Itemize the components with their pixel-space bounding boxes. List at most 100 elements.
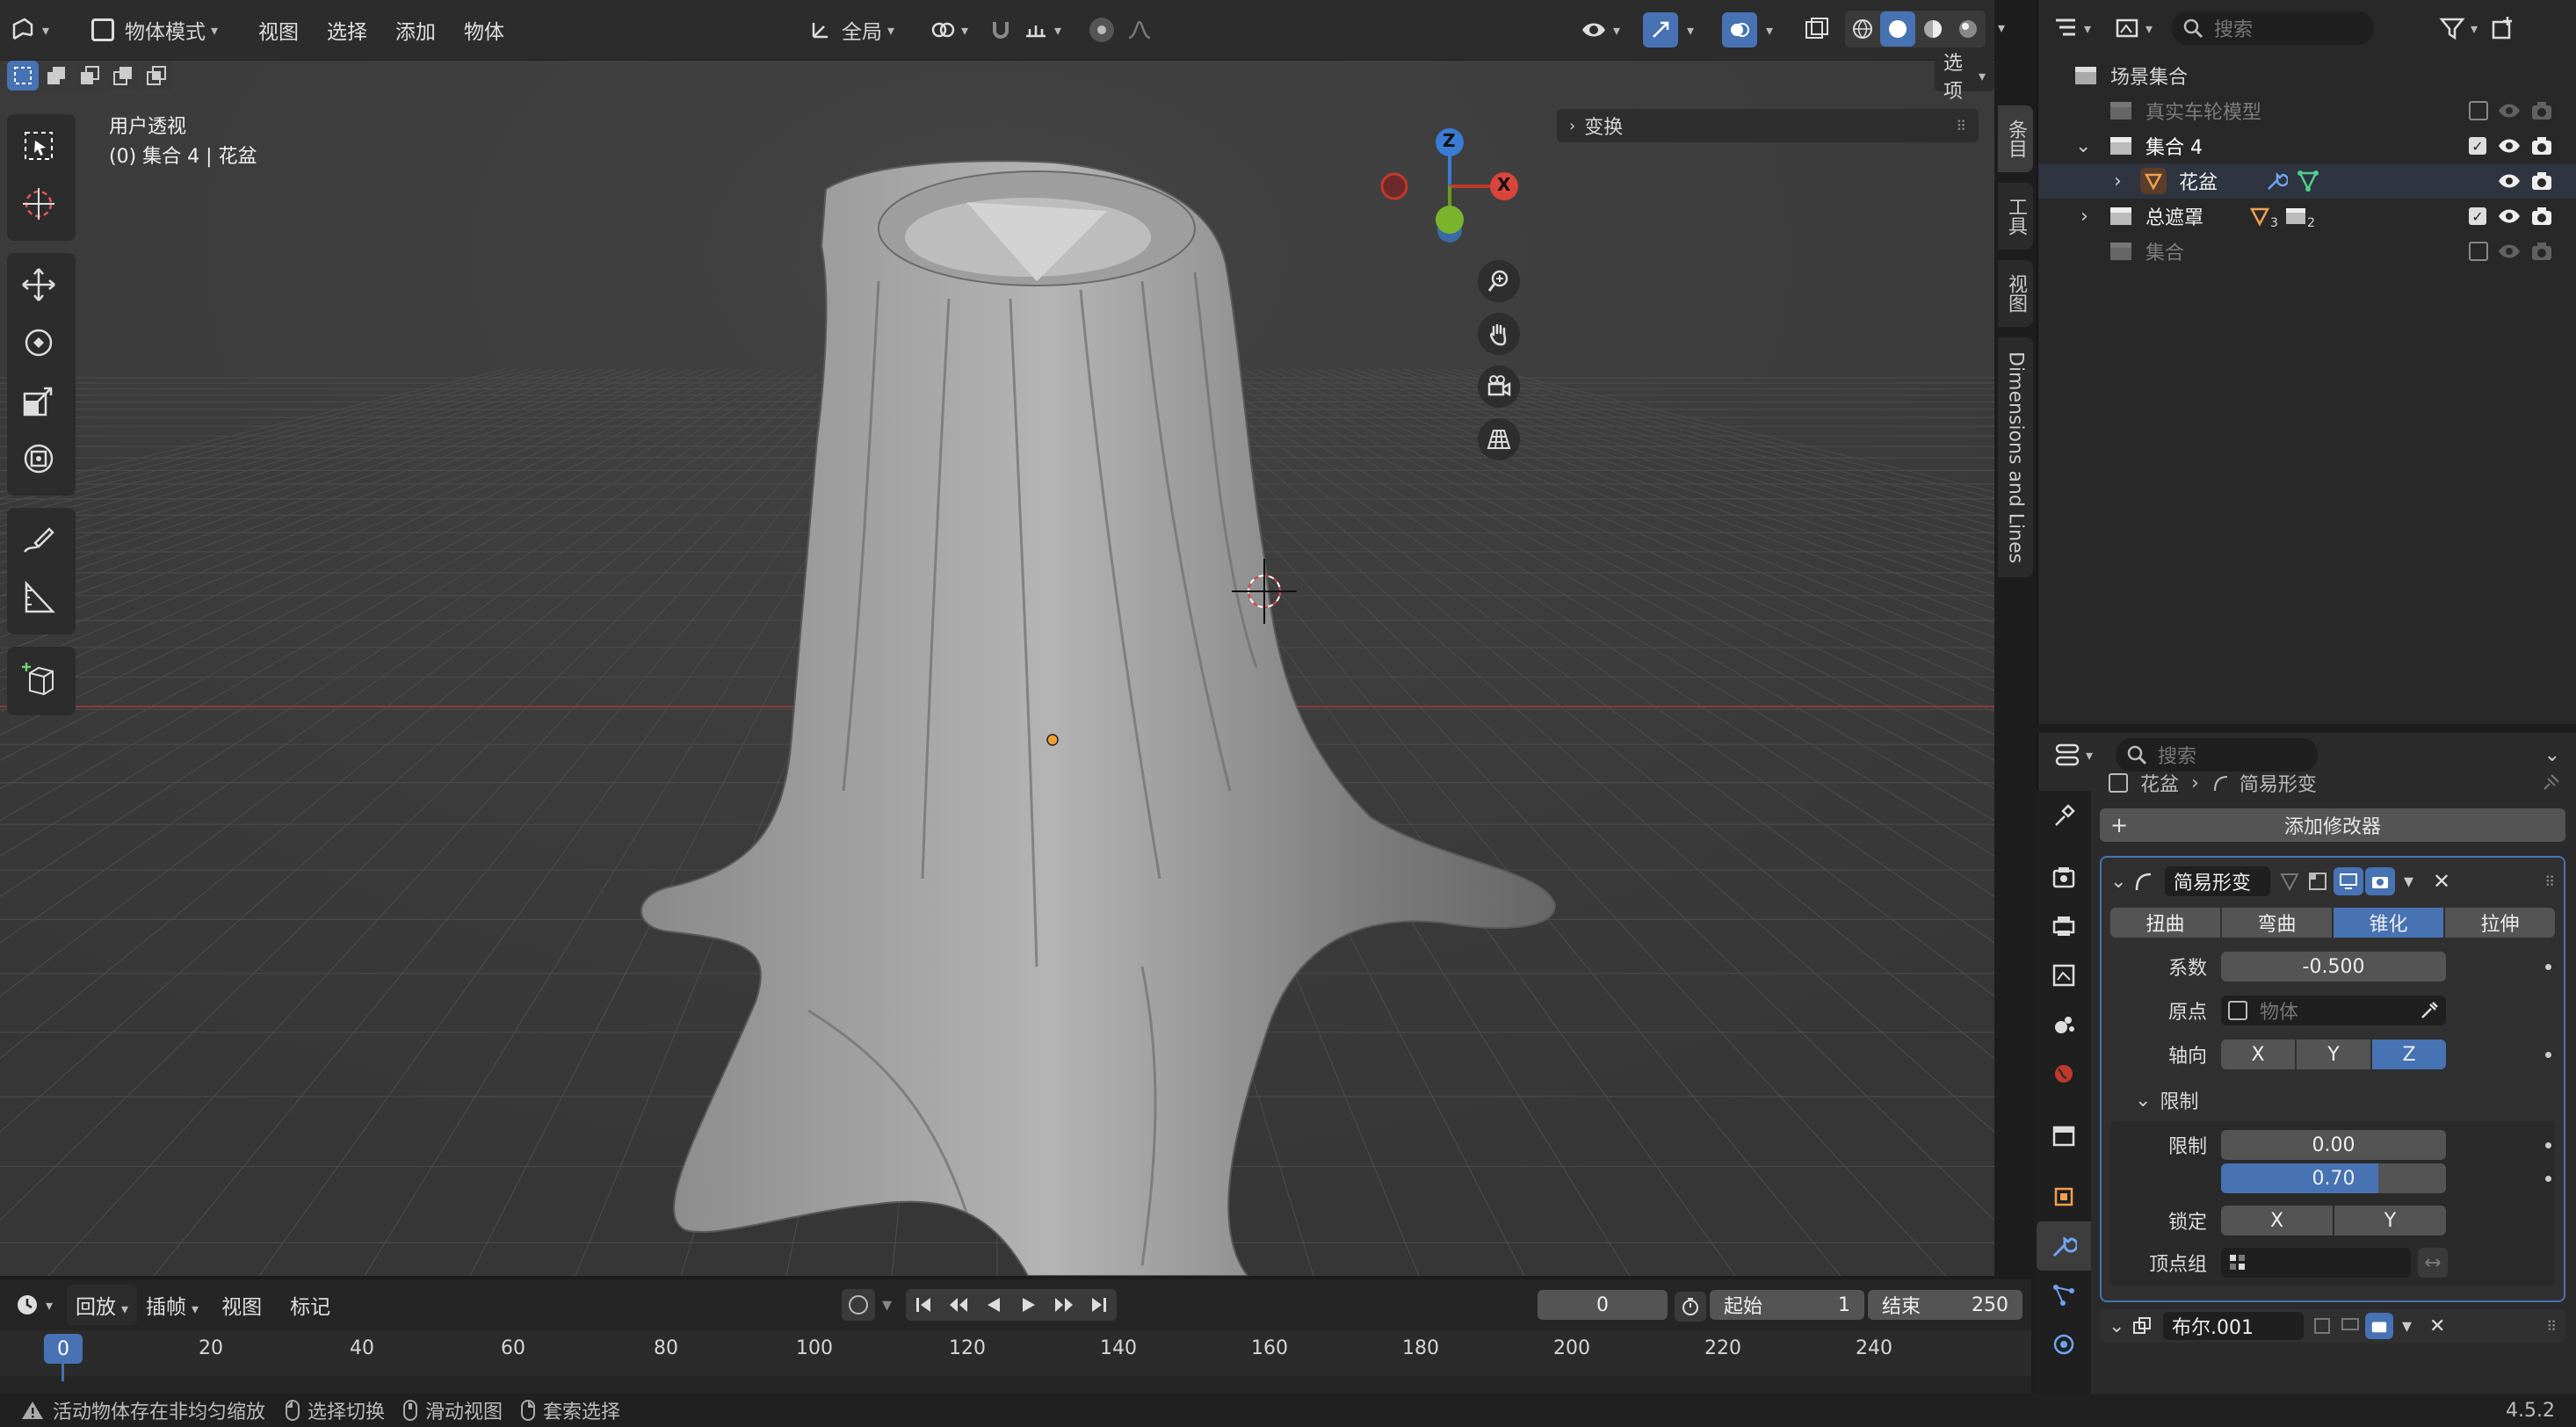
exclude-checkbox-checked[interactable]: ✓ bbox=[2469, 137, 2486, 155]
annotate-tool[interactable] bbox=[7, 513, 70, 566]
camera-render-icon[interactable] bbox=[2530, 100, 2553, 121]
wireframe-shading-icon[interactable] bbox=[1845, 11, 1880, 47]
camera-view-icon[interactable] bbox=[1478, 366, 1520, 408]
menu-add[interactable]: 添加 bbox=[381, 15, 450, 45]
limits-section-header[interactable]: ⌄ 限制 bbox=[2110, 1084, 2555, 1116]
chevron-down-icon[interactable]: ⌄ bbox=[2544, 744, 2560, 766]
render-icon[interactable] bbox=[2365, 867, 2395, 895]
eye-icon[interactable] bbox=[2497, 243, 2522, 260]
modifier-props-icon[interactable] bbox=[2037, 1221, 2091, 1271]
pin-icon[interactable] bbox=[2541, 773, 2560, 793]
timeline-view-menu[interactable]: 视图 bbox=[207, 1290, 276, 1320]
origin-object-field[interactable]: 物体 bbox=[2221, 996, 2446, 1025]
jump-start-icon[interactable] bbox=[906, 1295, 941, 1315]
physics-icon[interactable] bbox=[2037, 1320, 2091, 1369]
current-frame-field[interactable]: 0 bbox=[1538, 1290, 1668, 1320]
scale-tool[interactable] bbox=[7, 374, 70, 427]
keyframe-dot-icon[interactable] bbox=[2545, 1175, 2551, 1182]
rotate-tool[interactable] bbox=[7, 316, 70, 369]
pivot-dropdown[interactable]: ▾ bbox=[930, 10, 968, 50]
next-keyframe-icon[interactable] bbox=[1046, 1295, 1082, 1315]
collection-props-icon[interactable] bbox=[2037, 1111, 2091, 1160]
chevron-down-icon[interactable]: ▾ bbox=[882, 1294, 892, 1316]
tab-stretch[interactable]: 拉伸 bbox=[2445, 908, 2555, 938]
menu-object[interactable]: 物体 bbox=[450, 15, 518, 45]
boolean-name-field[interactable]: 布尔.001 bbox=[2163, 1312, 2304, 1340]
menu-view[interactable]: 视图 bbox=[244, 15, 313, 45]
transform-panel-header[interactable]: › 变换 ⠿ bbox=[1557, 109, 1979, 142]
object-props-icon[interactable] bbox=[2037, 1172, 2091, 1221]
proportional-edit-toggle[interactable] bbox=[1089, 10, 1153, 50]
realtime-icon[interactable] bbox=[2341, 1316, 2360, 1336]
tab-twist[interactable]: 扭曲 bbox=[2110, 908, 2220, 938]
new-collection-icon[interactable] bbox=[2490, 15, 2516, 41]
filter-icon[interactable]: ▾ bbox=[2439, 15, 2478, 41]
mode-dropdown[interactable]: 物体模式 ▾ bbox=[81, 10, 229, 50]
outliner-item-collection[interactable]: 集合 bbox=[2038, 234, 2576, 269]
chevron-down-icon[interactable]: ⌄ bbox=[2110, 871, 2133, 893]
tab-bend[interactable]: 弯曲 bbox=[2222, 908, 2332, 938]
display-mode-icon[interactable]: ▾ bbox=[2107, 15, 2160, 41]
drag-handle-icon[interactable]: ⠿ bbox=[2546, 1318, 2557, 1335]
output-settings-icon[interactable] bbox=[2037, 902, 2091, 951]
lock-y-button[interactable]: Y bbox=[2334, 1206, 2446, 1235]
keyframe-dot-icon[interactable] bbox=[2545, 1141, 2551, 1148]
chevron-down-icon[interactable]: ⌄ bbox=[2075, 135, 2109, 157]
transform-orientation-dropdown[interactable]: 全局 ▾ bbox=[808, 10, 894, 50]
3d-viewport[interactable] bbox=[0, 0, 1994, 1276]
menu-select[interactable]: 选择 bbox=[313, 15, 381, 45]
xray-icon[interactable] bbox=[1803, 15, 1831, 43]
tab-view[interactable]: 视图 bbox=[1998, 260, 2033, 327]
navigation-gizmo[interactable]: Z X bbox=[1371, 123, 1529, 255]
edit-mode-icon[interactable] bbox=[2307, 871, 2328, 892]
rendered-shading-icon[interactable] bbox=[1950, 11, 1986, 47]
eye-icon[interactable] bbox=[2497, 137, 2522, 155]
outliner-search-input[interactable]: 搜索 bbox=[2172, 11, 2374, 45]
chevron-down-icon[interactable]: ▾ bbox=[2402, 1315, 2412, 1337]
shading-options-chevron-icon[interactable]: ▾ bbox=[1998, 19, 2005, 36]
world-icon[interactable] bbox=[2037, 1049, 2091, 1098]
eyedropper-icon[interactable] bbox=[2420, 1001, 2439, 1020]
play-reverse-icon[interactable] bbox=[976, 1295, 1011, 1315]
properties-editor-icon[interactable]: ▾ bbox=[2047, 742, 2100, 768]
camera-render-icon[interactable] bbox=[2530, 170, 2553, 192]
properties-search-input[interactable]: 搜索 bbox=[2116, 738, 2318, 771]
start-frame-field[interactable]: 起始 1 bbox=[1710, 1290, 1864, 1320]
exclude-checkbox[interactable] bbox=[2469, 242, 2488, 261]
on-cage-icon[interactable] bbox=[2279, 871, 2300, 892]
play-icon[interactable] bbox=[1011, 1295, 1046, 1315]
visibility-dropdown[interactable]: ▾ bbox=[1580, 10, 1620, 50]
vertex-group-field[interactable] bbox=[2221, 1248, 2411, 1278]
invert-arrows-icon[interactable] bbox=[2418, 1248, 2448, 1278]
axis-z-button[interactable]: Z bbox=[2372, 1039, 2446, 1069]
close-icon[interactable]: ✕ bbox=[2433, 869, 2450, 894]
camera-render-icon[interactable] bbox=[2530, 135, 2553, 156]
outliner-item-flowerpot[interactable]: › 花盆 bbox=[2038, 163, 2576, 199]
keyframe-dot-icon[interactable] bbox=[2545, 963, 2551, 970]
transform-tool[interactable] bbox=[7, 432, 70, 485]
chevron-down-icon[interactable]: ▾ bbox=[2404, 871, 2413, 893]
prev-keyframe-icon[interactable] bbox=[941, 1295, 976, 1315]
limit-low-field[interactable]: 0.00 bbox=[2221, 1130, 2446, 1160]
keying-menu[interactable]: 插帧 ▾ bbox=[137, 1285, 207, 1325]
eye-icon[interactable] bbox=[2497, 102, 2522, 120]
camera-render-icon[interactable] bbox=[2530, 241, 2553, 262]
select-new-icon[interactable] bbox=[7, 61, 39, 91]
options-dropdown[interactable]: 选项 ▾ bbox=[1935, 53, 1994, 103]
particles-icon[interactable] bbox=[2037, 1271, 2091, 1320]
outliner-item-collection4[interactable]: ⌄ 集合 4 ✓ bbox=[2038, 128, 2576, 163]
tool-settings-icon[interactable] bbox=[2037, 791, 2091, 840]
outliner-item-mask[interactable]: › 总遮罩 3 2 ✓ bbox=[2038, 199, 2576, 234]
select-intersect-icon[interactable] bbox=[141, 61, 172, 91]
realtime-icon[interactable] bbox=[2334, 867, 2363, 895]
axis-y-button[interactable]: Y bbox=[2297, 1039, 2370, 1069]
material-shading-icon[interactable] bbox=[1915, 11, 1950, 47]
auto-keying-icon[interactable] bbox=[842, 1289, 875, 1321]
scene-icon[interactable] bbox=[2037, 1000, 2091, 1049]
end-frame-field[interactable]: 结束 250 bbox=[1868, 1290, 2022, 1320]
tab-tool[interactable]: 工具 bbox=[1998, 183, 2033, 250]
overlays-toggle[interactable]: ▾ bbox=[1722, 10, 1773, 50]
playback-menu[interactable]: 回放 ▾ bbox=[67, 1285, 138, 1325]
timeline-ruler[interactable]: 0 20 40 60 80 100 120 140 160 180 200 22… bbox=[0, 1330, 2031, 1381]
editor-type-button[interactable]: ▾ bbox=[9, 10, 76, 50]
